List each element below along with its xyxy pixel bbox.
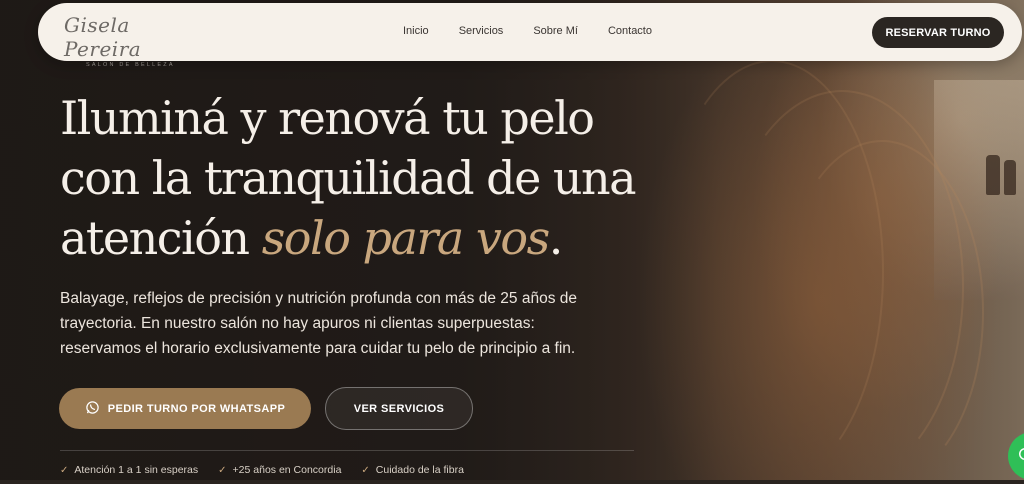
nav-item-sobre-mi[interactable]: Sobre Mí: [533, 25, 578, 37]
navbar: Gisela Pereira SALON DE BELLEZA Inicio S…: [38, 3, 1022, 68]
headline-line-1: Iluminá y renová tu pelo: [60, 91, 595, 145]
check-icon: ✓: [218, 464, 227, 476]
whatsapp-button-label: PEDIR TURNO POR WHATSAPP: [107, 402, 286, 415]
feature-item: ✓ +25 años en Concordia: [218, 464, 341, 476]
brand-tagline: SALON DE BELLEZA: [86, 62, 175, 68]
nav-item-inicio[interactable]: Inicio: [403, 25, 429, 37]
feature-label: Cuidado de la fibra: [375, 464, 464, 476]
feature-item: ✓ Atención 1 a 1 sin esperas: [60, 464, 198, 476]
reserve-button[interactable]: RESERVAR TURNO: [872, 17, 1004, 48]
headline-line-2: con la tranquilidad de una: [60, 151, 637, 205]
headline-line-3: atención: [60, 211, 262, 265]
nav-item-servicios[interactable]: Servicios: [459, 25, 504, 37]
headline-end: .: [548, 211, 564, 265]
whatsapp-button[interactable]: PEDIR TURNO POR WHATSAPP: [59, 388, 311, 429]
feature-list: ✓ Atención 1 a 1 sin esperas ✓ +25 años …: [60, 464, 464, 476]
feature-label: Atención 1 a 1 sin esperas: [74, 464, 199, 476]
hero-headline: Iluminá y renová tu pelo con la tranquil…: [60, 88, 700, 268]
whatsapp-icon: [85, 400, 100, 418]
hero-lead: Balayage, reflejos de precisión y nutric…: [60, 290, 577, 357]
check-icon: ✓: [361, 464, 370, 476]
whatsapp-float-icon: [1018, 447, 1024, 466]
nav-menu: Inicio Servicios Sobre Mí Contacto: [403, 25, 682, 37]
nav-item-contacto[interactable]: Contacto: [608, 25, 652, 37]
headline-accent: solo para vos: [261, 211, 551, 265]
feature-label: +25 años en Concordia: [232, 464, 342, 476]
check-icon: ✓: [60, 464, 69, 476]
brand-name: Gisela Pereira: [64, 13, 142, 61]
features-divider: [60, 450, 634, 451]
feature-item: ✓ Cuidado de la fibra: [361, 464, 464, 476]
brand-logo[interactable]: Gisela Pereira SALON DE BELLEZA: [64, 13, 194, 68]
services-button[interactable]: VER SERVICIOS: [325, 387, 473, 430]
